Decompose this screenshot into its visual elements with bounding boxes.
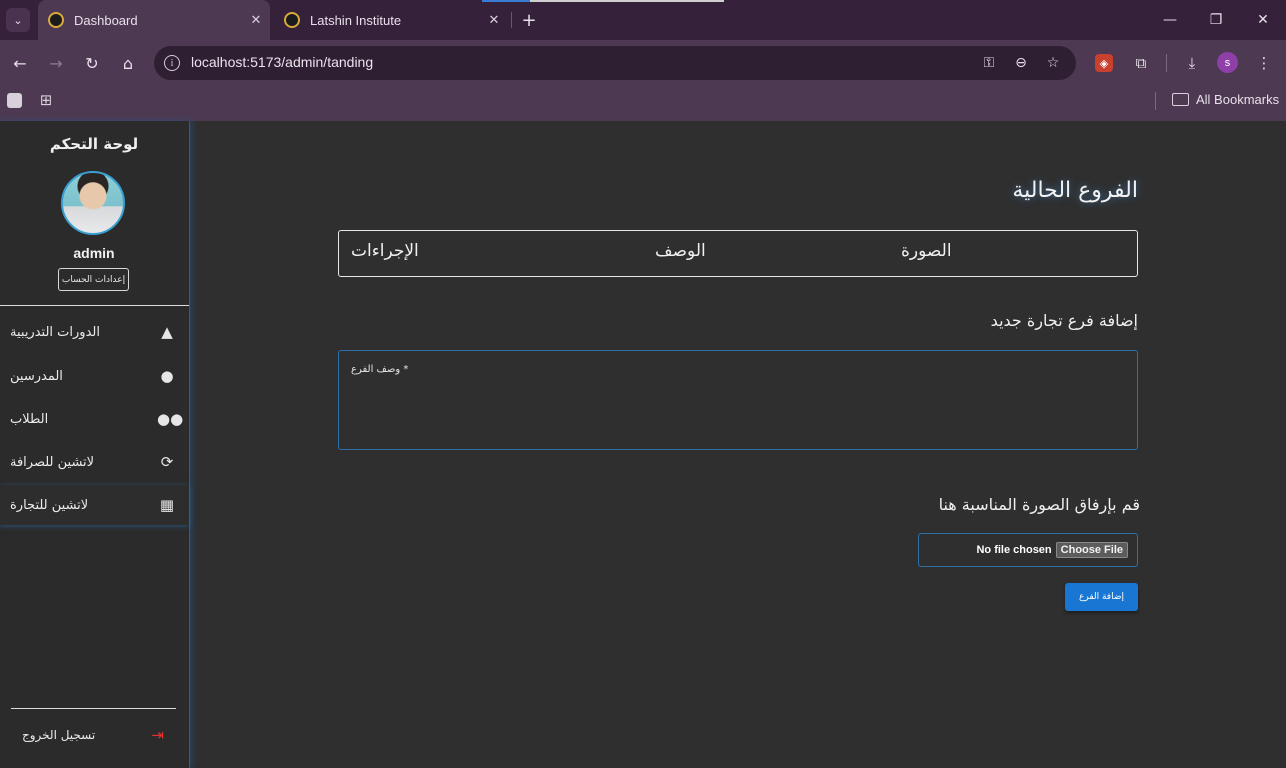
choose-file-button[interactable]: Choose File <box>1055 542 1128 558</box>
sidebar-item-teachers[interactable]: المدرسين ● <box>0 356 189 396</box>
home-icon: ⌂ <box>122 53 134 73</box>
site-info-icon[interactable]: i <box>164 55 180 71</box>
reload-icon: ↻ <box>85 53 99 73</box>
toolbar-separator <box>1166 54 1167 72</box>
branches-table-header: الصورة الوصف الإجراءات <box>338 230 1138 277</box>
branch-description-field[interactable]: وصف الفرع * <box>338 350 1138 450</box>
app-content: لوحة التحكم admin إعدادات الحساب الدورات… <box>0 121 1286 768</box>
sidebar-item-exchange[interactable]: لاتشين للصرافة ⟳ <box>0 442 189 482</box>
tab-title: Dashboard <box>74 12 138 28</box>
file-status: No file chosen <box>976 544 1052 556</box>
zoom-icon[interactable]: ⊖ <box>1010 53 1032 73</box>
tab-latshin-institute[interactable]: Latshin Institute ✕ <box>274 0 508 40</box>
close-tab-icon[interactable]: ✕ <box>480 12 508 28</box>
sidebar-item-courses[interactable]: الدورات التدريبية ▲ <box>0 312 189 352</box>
restore-button[interactable]: ❐ <box>1193 0 1239 40</box>
arrow-right-icon: → <box>49 53 63 73</box>
sidebar-item-label: المدرسين <box>10 368 63 384</box>
arrow-left-icon: ← <box>13 53 27 73</box>
back-button[interactable]: ← <box>6 50 34 76</box>
currency-exchange-icon: ⟳ <box>160 453 174 471</box>
sidebar-item-label: لاتشين للتجارة <box>10 497 89 513</box>
apps-grid-icon[interactable]: ⊞ <box>37 91 55 109</box>
profile-avatar[interactable]: s <box>1217 52 1238 73</box>
new-tab-button[interactable]: + <box>518 8 540 32</box>
site-favicon-icon <box>48 12 64 28</box>
logout-icon: ⇥ <box>151 726 164 744</box>
sidebar-divider <box>0 305 189 306</box>
minimize-button[interactable]: — <box>1147 0 1193 40</box>
all-bookmarks-label: All Bookmarks <box>1196 92 1280 107</box>
sidebar-item-trade[interactable]: لاتشين للتجارة ▦ <box>0 485 189 525</box>
add-branch-heading: إضافة فرع تجارة جديد <box>990 311 1138 330</box>
site-favicon-icon <box>284 12 300 28</box>
all-bookmarks-button[interactable]: All Bookmarks <box>1172 92 1279 107</box>
folder-icon <box>1172 93 1189 106</box>
building-icon: ▦ <box>159 496 175 514</box>
reload-button[interactable]: ↻ <box>78 50 106 76</box>
sidebar: لوحة التحكم admin إعدادات الحساب الدورات… <box>0 121 190 768</box>
column-header-image: الصورة <box>901 241 952 261</box>
tab-title: Latshin Institute <box>310 12 402 28</box>
sidebar-item-label: الدورات التدريبية <box>10 324 100 340</box>
tab-dashboard[interactable]: Dashboard ✕ <box>38 0 270 40</box>
upload-heading: قم بإرفاق الصورة المناسبة هنا <box>938 495 1140 514</box>
browser-tab-bar: ⌄ Dashboard ✕ Latshin Institute ✕ + — ❐ … <box>0 0 1286 40</box>
extension-red-icon[interactable]: ◈ <box>1095 54 1113 72</box>
sidebar-title: لوحة التحكم <box>49 135 139 153</box>
password-key-icon[interactable]: ⚿ <box>978 53 1000 73</box>
close-tab-icon[interactable]: ✕ <box>242 12 270 28</box>
tab-search-button[interactable]: ⌄ <box>6 8 30 32</box>
extensions-puzzle-icon[interactable]: ⧉ <box>1129 52 1153 74</box>
download-icon[interactable]: ⤓ <box>1180 52 1204 74</box>
group-icon: ●● <box>157 410 184 428</box>
file-input[interactable]: No file chosen Choose File <box>918 533 1138 567</box>
tab-separator <box>511 12 512 28</box>
person-icon: ● <box>160 367 174 385</box>
home-button[interactable]: ⌂ <box>114 50 142 76</box>
account-settings-button[interactable]: إعدادات الحساب <box>58 268 129 291</box>
bookmarks-separator <box>1155 92 1156 110</box>
loading-indicator <box>482 0 724 2</box>
page-title: الفروع الحالية <box>1012 178 1138 203</box>
close-window-button[interactable]: ✕ <box>1240 0 1286 40</box>
menu-kebab-icon[interactable]: ⋮ <box>1252 52 1276 74</box>
sidebar-divider <box>11 708 176 709</box>
logout-button[interactable]: تسجيل الخروج ⇥ <box>22 725 164 745</box>
url-text[interactable]: localhost:5173/admin/tanding <box>191 54 373 70</box>
forward-button[interactable]: → <box>42 50 70 76</box>
browser-toolbar: ← → ↻ ⌂ i localhost:5173/admin/tanding ⚿… <box>0 40 1286 86</box>
graduation-cap-icon: ▲ <box>161 323 173 341</box>
tab-strip-icon[interactable] <box>7 93 22 108</box>
column-header-description: الوصف <box>655 241 706 261</box>
sidebar-item-students[interactable]: الطلاب ●● <box>0 399 189 439</box>
sidebar-item-label: الطلاب <box>10 411 49 427</box>
bookmark-star-icon[interactable]: ☆ <box>1042 53 1064 73</box>
bookmarks-bar: ⊞ All Bookmarks <box>0 86 1286 121</box>
main-panel: الفروع الحالية الصورة الوصف الإجراءات إض… <box>190 121 1286 768</box>
description-field-label: وصف الفرع * <box>351 364 409 375</box>
chevron-down-icon: ⌄ <box>13 13 23 27</box>
logout-label: تسجيل الخروج <box>22 728 96 742</box>
avatar <box>61 171 125 235</box>
sidebar-item-label: لاتشين للصرافة <box>10 454 95 470</box>
address-bar[interactable]: i localhost:5173/admin/tanding ⚿ ⊖ ☆ <box>154 46 1076 80</box>
add-branch-button[interactable]: إضافة الفرع <box>1065 583 1138 611</box>
column-header-actions: الإجراءات <box>351 241 419 261</box>
username: admin <box>73 245 115 261</box>
